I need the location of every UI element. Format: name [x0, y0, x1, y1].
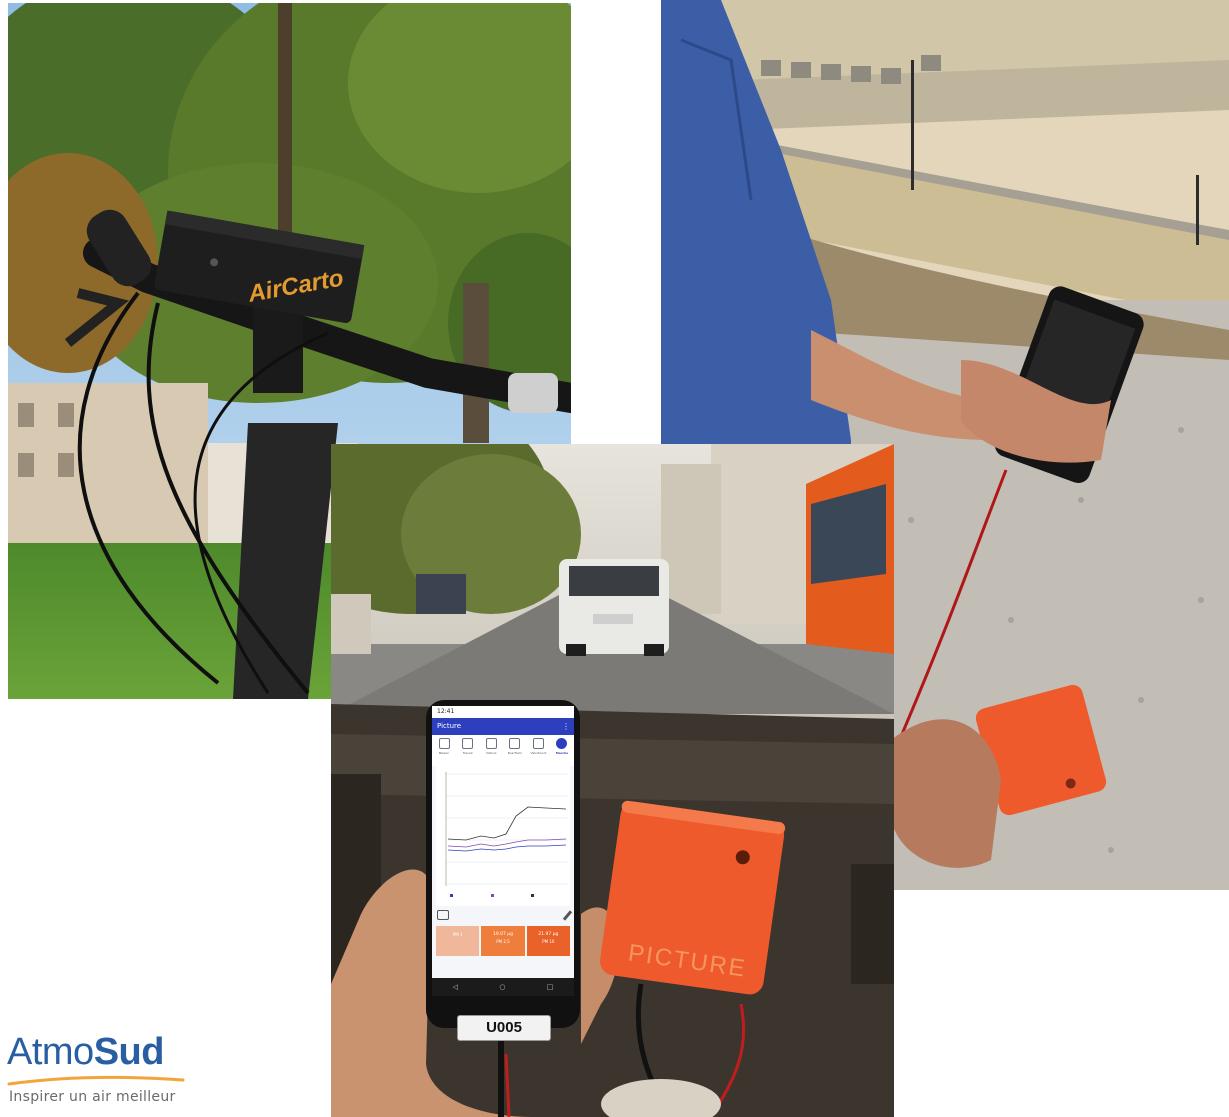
transport-mode-bar: Maison Travail Voiture Bus/Tram Vélo/Sco… [432, 735, 574, 766]
app-title: Picture [437, 722, 462, 730]
phone-id-label: U005 [457, 1015, 551, 1041]
status-bar: 12:41 [432, 706, 574, 718]
pm25-card[interactable]: 19.07 µg PM 2.5 [481, 926, 525, 956]
mode-home[interactable]: Maison [434, 738, 454, 766]
logo-word-atmo: Atmo [7, 1031, 94, 1073]
logo-swoosh-icon [7, 1075, 185, 1086]
phone-screen: 12:41 Picture ⋮ Maison Travail Voiture B… [432, 706, 574, 996]
camera-icon[interactable] [437, 910, 449, 920]
pm25-value: 19.07 µg [492, 932, 514, 937]
pencil-icon[interactable] [562, 910, 573, 921]
mode-bike[interactable]: Vélo/Scoot [528, 738, 548, 766]
android-nav-bar: ◁ ○ □ [432, 978, 574, 996]
pm10-label: PM 10 [542, 939, 555, 944]
pm1-card[interactable]: PM 1 [436, 926, 480, 956]
pm-line-chart [436, 764, 570, 906]
pm25-label: PM 2.5 [496, 939, 510, 944]
pm10-value: 21.97 µg [538, 932, 559, 937]
mode-label: Marche [555, 751, 569, 755]
atmosud-logo: AtmoSud Inspirer un air meilleur [7, 1030, 197, 1110]
pm1-label: PM 1 [452, 932, 463, 937]
mode-label: Maison [438, 751, 450, 755]
walk-icon [556, 738, 568, 749]
mode-label: Voiture [485, 751, 497, 755]
bike-icon [532, 738, 544, 749]
chart-tools [437, 910, 573, 922]
status-time: 12:41 [437, 708, 455, 715]
logo-word-sud: Sud [93, 1031, 165, 1073]
recents-icon[interactable]: □ [547, 983, 554, 991]
mode-walk[interactable]: Marche [552, 738, 572, 766]
logo-tagline: Inspirer un air meilleur [9, 1089, 176, 1105]
mode-label: Bus/Tram [507, 751, 522, 755]
app-bar: Picture ⋮ [432, 718, 574, 735]
mode-label: Travail [462, 751, 473, 755]
mode-bus[interactable]: Bus/Tram [505, 738, 525, 766]
pm10-series-line [447, 806, 567, 841]
home-icon [438, 738, 450, 749]
pm-cards: PM 1 19.07 µg PM 2.5 21.97 µg PM 10 [436, 926, 570, 956]
mode-car[interactable]: Voiture [481, 738, 501, 766]
car-icon [485, 738, 497, 749]
pm1-series-line [447, 844, 567, 852]
home-nav-icon[interactable]: ○ [499, 983, 505, 991]
clock-icon [462, 738, 474, 749]
mode-work[interactable]: Travail [458, 738, 478, 766]
logo-wordmark: AtmoSud [7, 1030, 197, 1074]
kebab-menu-icon[interactable]: ⋮ [562, 718, 570, 735]
back-icon[interactable]: ◁ [453, 983, 458, 991]
bus-icon [509, 738, 521, 749]
photo-car-sensor: PICTURE 12:41 Picture ⋮ Maison Travail V… [331, 444, 894, 1117]
mode-label: Vélo/Scoot [530, 751, 547, 755]
pm10-card[interactable]: 21.97 µg PM 10 [526, 926, 570, 956]
